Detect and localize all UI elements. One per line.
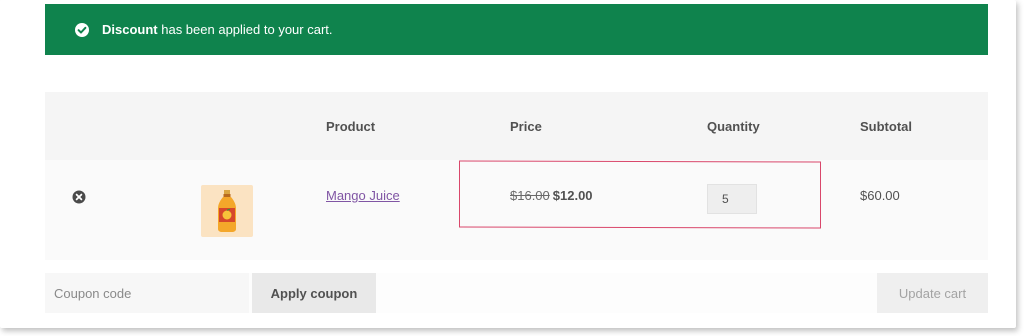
cart-table-header: Product Price Quantity Subtotal xyxy=(45,92,988,160)
header-price: Price xyxy=(510,119,542,134)
notice-message: Discount has been applied to your cart. xyxy=(102,22,333,37)
check-circle-icon xyxy=(74,22,90,38)
product-thumbnail[interactable] xyxy=(201,185,253,237)
discount-applied-notice: Discount has been applied to your cart. xyxy=(45,4,988,55)
cart-actions: Apply coupon Update cart xyxy=(45,273,988,313)
notice-bold-text: Discount xyxy=(102,22,158,37)
apply-coupon-button[interactable]: Apply coupon xyxy=(252,273,376,313)
header-product: Product xyxy=(326,119,376,134)
header-subtotal: Subtotal xyxy=(860,119,912,134)
update-cart-button[interactable]: Update cart xyxy=(877,273,988,313)
header-quantity: Quantity xyxy=(707,119,760,134)
remove-item-icon[interactable] xyxy=(72,190,86,204)
mango-juice-bottle-icon xyxy=(218,190,236,232)
subtotal-value: $60.00 xyxy=(860,188,900,203)
price-quantity-highlight xyxy=(459,160,821,229)
product-name-link[interactable]: Mango Juice xyxy=(326,188,400,203)
coupon-code-input[interactable] xyxy=(45,273,249,313)
notice-rest-text: has been applied to your cart. xyxy=(157,22,333,37)
